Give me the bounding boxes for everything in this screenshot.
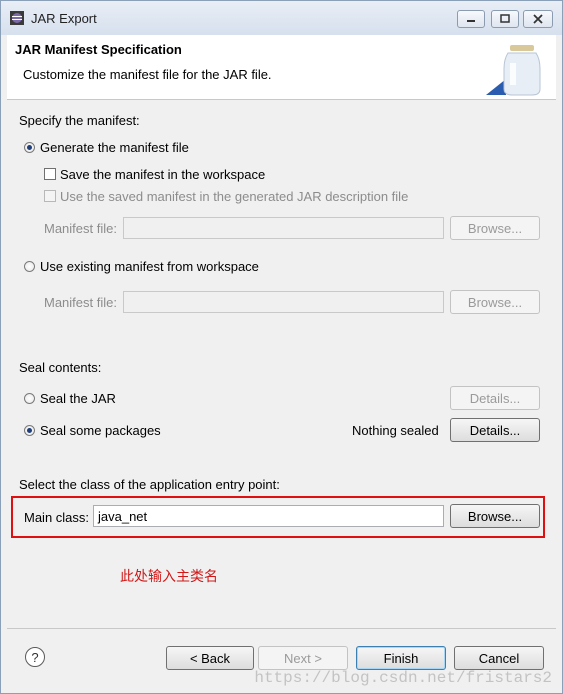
close-icon: [533, 14, 543, 24]
seal-jar-details-button[interactable]: Details...: [450, 386, 540, 410]
maximize-icon: [500, 14, 510, 23]
jar-export-dialog: JAR Export JAR Manifest Specification Cu…: [0, 0, 563, 694]
existing-manifest-browse-button[interactable]: Browse...: [450, 290, 540, 314]
seal-status-text: Nothing sealed: [352, 423, 439, 438]
main-class-input[interactable]: java_net: [93, 505, 444, 527]
help-icon[interactable]: ?: [25, 647, 45, 667]
cancel-button[interactable]: Cancel: [454, 646, 544, 670]
seal-some-packages-label: Seal some packages: [40, 423, 161, 438]
page-description: Customize the manifest file for the JAR …: [23, 67, 272, 82]
maximize-button[interactable]: [491, 10, 519, 28]
eclipse-icon: [10, 11, 24, 25]
existing-manifest-file-label: Manifest file:: [44, 295, 117, 310]
use-saved-manifest-label: Use the saved manifest in the generated …: [60, 189, 409, 204]
seal-jar-label: Seal the JAR: [40, 391, 116, 406]
manifest-browse-button[interactable]: Browse...: [450, 216, 540, 240]
annotation-note: 此处输入主类名: [120, 568, 218, 584]
footer-separator: [7, 628, 556, 629]
seal-jar-radio[interactable]: [24, 393, 35, 404]
jar-icon: [486, 45, 541, 96]
entry-point-section-label: Select the class of the application entr…: [19, 477, 280, 492]
manifest-file-field[interactable]: [123, 217, 444, 239]
minimize-icon: [467, 20, 475, 22]
back-button[interactable]: < Back: [166, 646, 254, 670]
save-manifest-label: Save the manifest in the workspace: [60, 167, 266, 182]
next-button[interactable]: Next >: [258, 646, 348, 670]
use-existing-manifest-label: Use existing manifest from workspace: [40, 259, 259, 274]
save-manifest-checkbox[interactable]: [44, 168, 56, 180]
use-existing-manifest-radio[interactable]: [24, 261, 35, 272]
main-class-label: Main class:: [24, 510, 90, 525]
close-button[interactable]: [523, 10, 553, 28]
window-title: JAR Export: [31, 11, 97, 26]
page-title: JAR Manifest Specification: [15, 42, 182, 57]
manifest-section-label: Specify the manifest:: [19, 113, 140, 128]
existing-manifest-file-field[interactable]: [123, 291, 444, 313]
main-class-browse-button[interactable]: Browse...: [450, 504, 540, 528]
seal-section-label: Seal contents:: [19, 360, 102, 375]
seal-packages-details-button[interactable]: Details...: [450, 418, 540, 442]
generate-manifest-label: Generate the manifest file: [40, 140, 189, 155]
title-bar[interactable]: JAR Export: [1, 1, 562, 35]
seal-some-packages-radio[interactable]: [24, 425, 35, 436]
generate-manifest-radio[interactable]: [24, 142, 35, 153]
wizard-header: JAR Manifest Specification Customize the…: [7, 35, 556, 100]
use-saved-manifest-checkbox[interactable]: [44, 190, 56, 202]
finish-button[interactable]: Finish: [356, 646, 446, 670]
watermark-text: https://blog.csdn.net/fristars2: [254, 669, 552, 687]
manifest-file-label: Manifest file:: [44, 221, 117, 236]
minimize-button[interactable]: [457, 10, 485, 28]
